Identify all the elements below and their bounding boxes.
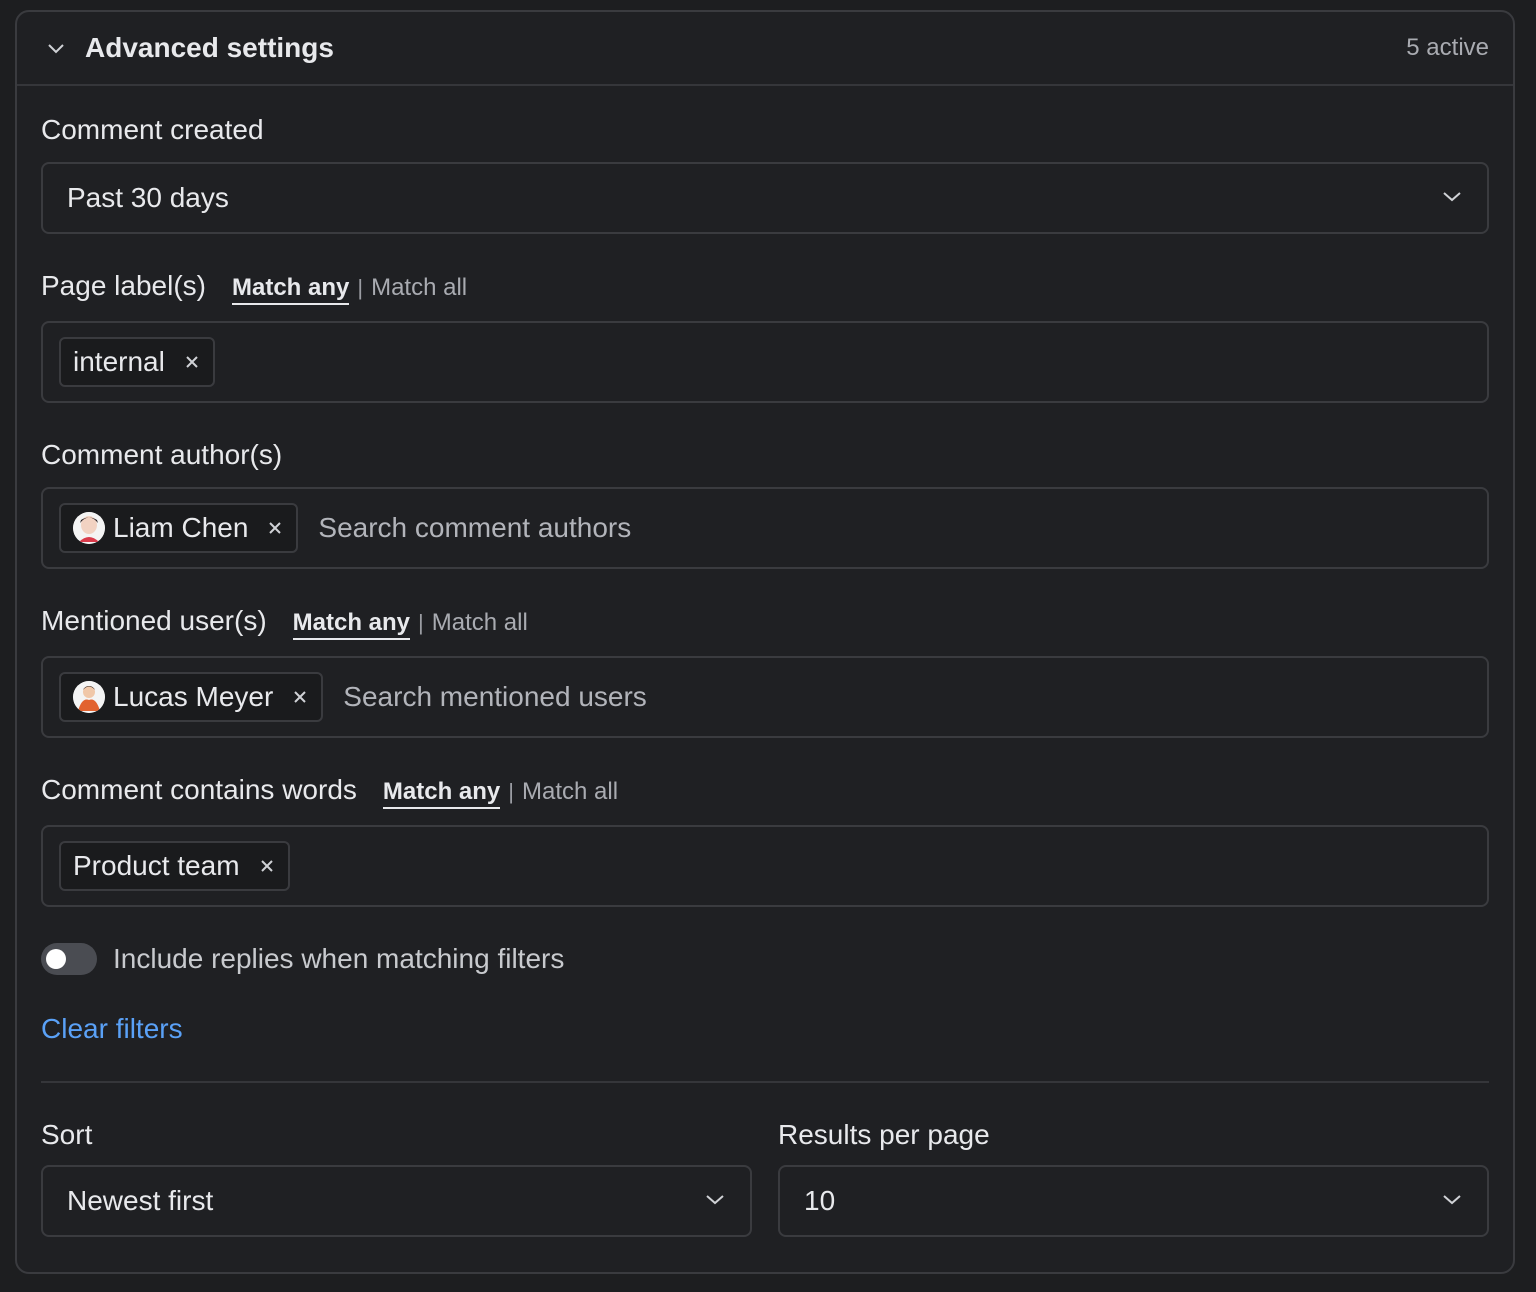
chevron-down-icon <box>704 1188 726 1215</box>
comment-created-label: Comment created <box>41 114 264 145</box>
comment-authors-label: Comment author(s) <box>41 439 283 470</box>
close-icon[interactable] <box>183 353 201 371</box>
page-label-tag: internal <box>59 337 215 387</box>
results-per-page-label: Results per page <box>778 1119 990 1150</box>
tag-label: Lucas Meyer <box>113 681 274 712</box>
match-separator: | <box>418 610 424 635</box>
chevron-down-icon <box>1441 1188 1463 1215</box>
page-labels-match-all[interactable]: Match all <box>371 274 467 302</box>
search-comment-authors-input[interactable] <box>318 512 1471 544</box>
page-labels-label-row: Page label(s) Match any | Match all <box>41 270 1489 305</box>
panel-header[interactable]: Advanced settings 5 active <box>17 12 1513 86</box>
mentioned-users-match-all[interactable]: Match all <box>432 609 528 637</box>
comment-created-value: Past 30 days <box>67 182 229 213</box>
sort-select[interactable]: Newest first <box>41 1165 752 1237</box>
results-per-page-select[interactable]: 10 <box>778 1165 1489 1237</box>
tag-label: Product team <box>73 850 240 881</box>
match-separator: | <box>508 779 514 804</box>
chevron-down-icon <box>1441 185 1463 212</box>
mentioned-users-label: Mentioned user(s) <box>41 605 267 636</box>
panel-title: Advanced settings <box>85 32 334 63</box>
advanced-settings-panel: Advanced settings 5 active Comment creat… <box>15 10 1515 1274</box>
toggle-knob <box>46 949 66 969</box>
tag-label: Liam Chen <box>113 512 249 543</box>
comment-words-match-all[interactable]: Match all <box>522 778 618 806</box>
mentioned-users-label-row: Mentioned user(s) Match any | Match all <box>41 605 1489 640</box>
page-labels-match-any[interactable]: Match any <box>231 274 350 305</box>
panel-body: Comment created Past 30 days Page label(… <box>17 114 1513 1237</box>
search-mentioned-users-input[interactable] <box>343 681 1471 713</box>
results-per-page-column: Results per page 10 <box>778 1119 1489 1237</box>
clear-filters-link[interactable]: Clear filters <box>41 1013 183 1045</box>
close-icon[interactable] <box>291 688 309 706</box>
sort-results-row: Sort Newest first Results per page 10 <box>41 1119 1489 1237</box>
active-count-badge: 5 active <box>1406 34 1489 61</box>
include-replies-label: Include replies when matching filters <box>113 943 565 974</box>
mentioned-users-field[interactable]: Lucas Meyer <box>41 656 1489 738</box>
include-replies-row: Include replies when matching filters <box>41 943 1489 975</box>
mentioned-user-tag: Lucas Meyer <box>59 672 324 722</box>
divider <box>41 1081 1489 1083</box>
results-per-page-value: 10 <box>804 1185 836 1216</box>
page-labels-label: Page label(s) <box>41 270 206 301</box>
include-replies-toggle[interactable] <box>41 943 97 975</box>
match-separator: | <box>357 275 364 300</box>
author-tag: Liam Chen <box>59 503 299 553</box>
comment-words-match-any[interactable]: Match any <box>382 778 501 809</box>
comment-authors-label-row: Comment author(s) <box>41 439 1489 471</box>
chevron-down-icon[interactable] <box>41 33 71 63</box>
comment-words-label-row: Comment contains words Match any | Match… <box>41 774 1489 809</box>
sort-column: Sort Newest first <box>41 1119 752 1237</box>
sort-label: Sort <box>41 1119 93 1150</box>
avatar <box>73 681 105 713</box>
comment-created-label-row: Comment created <box>41 114 1489 146</box>
close-icon[interactable] <box>266 519 284 537</box>
comment-words-label: Comment contains words <box>41 774 357 805</box>
tag-label: internal <box>73 346 165 377</box>
comment-created-select[interactable]: Past 30 days <box>41 162 1489 234</box>
sort-value: Newest first <box>67 1185 214 1216</box>
word-tag: Product team <box>59 841 290 891</box>
comment-authors-field[interactable]: Liam Chen <box>41 487 1489 569</box>
comment-words-field[interactable]: Product team <box>41 825 1489 907</box>
avatar <box>73 512 105 544</box>
close-icon[interactable] <box>258 857 276 875</box>
mentioned-users-match-any[interactable]: Match any <box>292 609 411 640</box>
page-labels-field[interactable]: internal <box>41 321 1489 403</box>
